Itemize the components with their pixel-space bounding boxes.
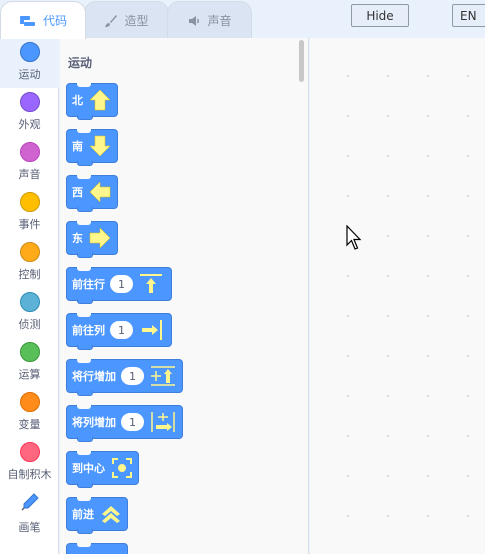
block-increase-col[interactable]: 将列增加 1 <box>66 405 183 442</box>
control-color-dot <box>19 242 40 262</box>
block-west[interactable]: 西 <box>66 175 118 212</box>
variables-color-dot <box>19 392 40 412</box>
block-increase-row[interactable]: 将行增加 1 <box>66 359 183 396</box>
palette-scrollbar[interactable] <box>299 40 304 82</box>
tab-sounds[interactable]: 声音 <box>167 1 252 39</box>
block-goto-row[interactable]: 前往行 1 <box>66 267 172 304</box>
col-number-input[interactable]: 1 <box>110 321 133 339</box>
category-label: 侦测 <box>18 318 41 331</box>
arrow-down-icon <box>88 134 112 158</box>
arrow-up-icon <box>88 88 112 112</box>
category-control[interactable]: 控制 <box>0 238 59 288</box>
speaker-icon <box>187 14 201 28</box>
category-events[interactable]: 事件 <box>0 188 59 238</box>
category-label: 控制 <box>18 268 41 281</box>
turn-icon <box>90 548 114 554</box>
category-label: 声音 <box>18 168 41 181</box>
block-label: 前往行 <box>72 278 105 291</box>
arrow-left-icon <box>88 180 112 204</box>
block-label: 西 <box>72 186 83 199</box>
category-label: 自制积木 <box>7 468 52 481</box>
row-number-input[interactable]: 1 <box>110 275 133 293</box>
sensing-color-dot <box>19 292 40 312</box>
language-button[interactable]: EN <box>452 4 485 27</box>
block-goto-col[interactable]: 前往列 1 <box>66 313 172 350</box>
category-looks[interactable]: 外观 <box>0 88 59 138</box>
row-increase-input[interactable]: 1 <box>121 367 144 385</box>
events-color-dot <box>19 192 40 212</box>
category-label: 运算 <box>18 368 41 381</box>
block-label: 南 <box>72 140 83 153</box>
category-label: 外观 <box>18 118 41 131</box>
block-label: 前往列 <box>72 324 105 337</box>
looks-color-dot <box>19 92 40 112</box>
row-increase-icon <box>149 364 177 388</box>
block-label: 北 <box>72 94 83 107</box>
category-operators[interactable]: 运算 <box>0 338 59 388</box>
script-workspace[interactable] <box>310 38 485 554</box>
palette-section-title: 运动 <box>68 56 93 70</box>
col-increase-input[interactable]: 1 <box>121 413 144 431</box>
tab-bar: 代码 造型 声音 Hide EN <box>0 0 485 39</box>
tab-code[interactable]: 代码 <box>0 1 86 39</box>
my-blocks-color-dot <box>19 442 40 462</box>
arrow-right-icon <box>88 226 112 250</box>
block-label: 将行增加 <box>72 370 116 383</box>
center-icon <box>110 456 134 480</box>
tab-code-label: 代码 <box>42 14 67 28</box>
goto-row-icon <box>138 272 164 296</box>
sound-color-dot <box>19 142 40 162</box>
category-motion[interactable]: 运动 <box>0 38 59 88</box>
block-forward[interactable]: 前进 <box>66 497 128 534</box>
editor-app: 代码 造型 声音 Hide EN 运动 外观 声音 事件 控制 侦测 运算 变量… <box>0 0 485 554</box>
block-label: 将列增加 <box>72 416 116 429</box>
motion-color-dot <box>19 42 40 62</box>
block-goto-center[interactable]: 到中心 <box>66 451 139 488</box>
tab-costumes[interactable]: 造型 <box>84 1 169 39</box>
category-sensing[interactable]: 侦测 <box>0 288 59 338</box>
category-sound[interactable]: 声音 <box>0 138 59 188</box>
category-label: 运动 <box>18 68 41 81</box>
block-south[interactable]: 南 <box>66 129 118 166</box>
tab-costumes-label: 造型 <box>124 14 149 28</box>
operators-color-dot <box>19 342 40 362</box>
block-palette: 运动 北 南 西 东 前往行 1 前往列 1 将行增加 1 将列增加 1 到中心… <box>60 38 309 554</box>
goto-col-icon <box>138 318 164 342</box>
mouse-cursor-icon <box>346 224 362 255</box>
forward-icon <box>99 502 123 526</box>
block-partial[interactable] <box>66 543 128 554</box>
col-increase-icon <box>149 410 177 434</box>
pen-icon <box>20 492 40 515</box>
category-label: 画笔 <box>18 521 41 534</box>
category-my-blocks[interactable]: 自制积木 <box>0 438 59 488</box>
block-label: 到中心 <box>72 462 105 475</box>
category-menu: 运动 外观 声音 事件 控制 侦测 运算 变量 自制积木 画笔 <box>0 38 59 554</box>
block-label: 前进 <box>72 508 94 521</box>
code-icon <box>19 14 37 28</box>
category-label: 变量 <box>18 418 41 431</box>
category-variables[interactable]: 变量 <box>0 388 59 438</box>
block-north[interactable]: 北 <box>66 83 118 120</box>
category-label: 事件 <box>18 218 41 231</box>
block-label: 东 <box>72 232 83 245</box>
block-east[interactable]: 东 <box>66 221 118 258</box>
category-pen[interactable]: 画笔 <box>0 488 59 538</box>
brush-icon <box>104 14 118 28</box>
tab-sounds-label: 声音 <box>207 14 232 28</box>
hide-button[interactable]: Hide <box>351 4 409 27</box>
